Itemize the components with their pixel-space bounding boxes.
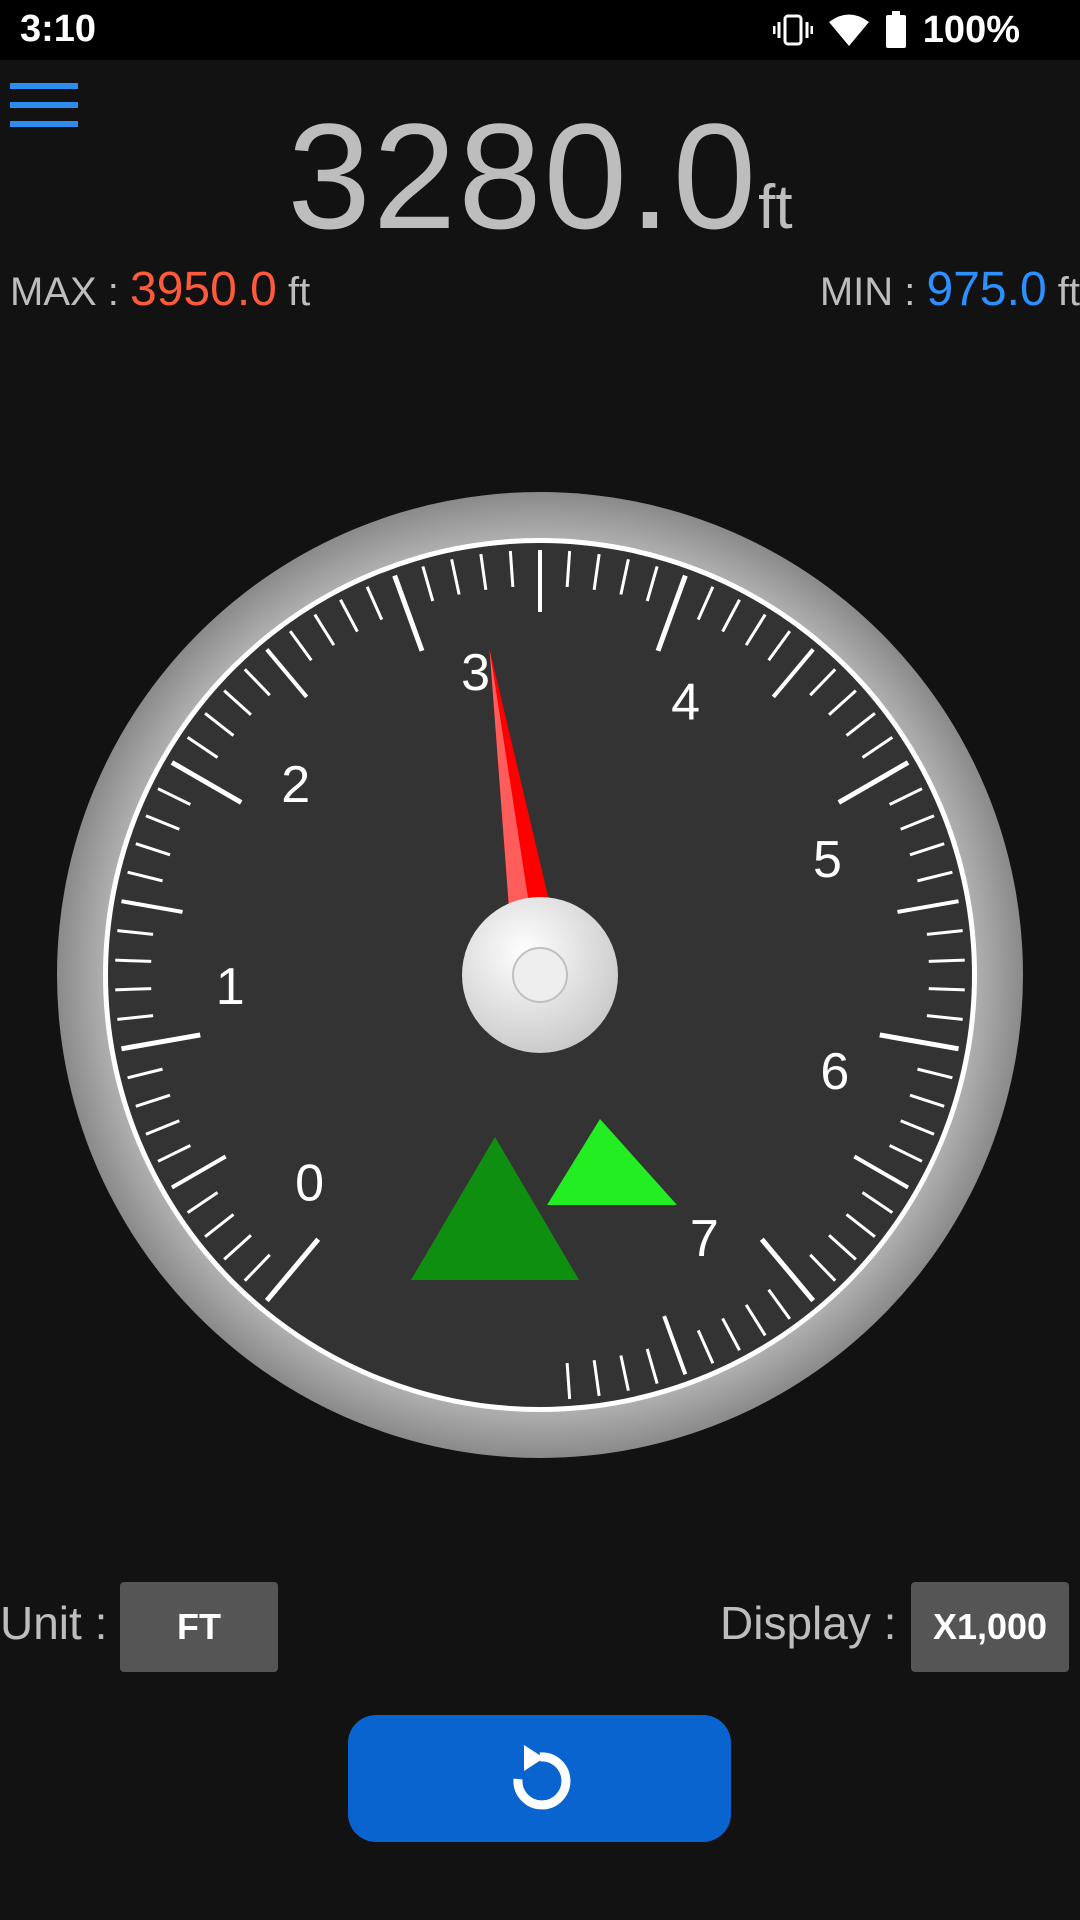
gauge-hub-center — [512, 947, 568, 1003]
max-label: MAX : — [10, 270, 131, 314]
min-unit: ft — [1057, 270, 1080, 314]
status-time: 3:10 — [20, 8, 97, 50]
gauge-tick-label: 6 — [820, 1043, 849, 1101]
gauge-tick-label: 7 — [690, 1210, 719, 1268]
gauge-tick-label: 3 — [461, 644, 490, 702]
gauge-minor-tick — [115, 958, 152, 963]
max-value: 3950.0 — [130, 263, 277, 316]
gauge-tick-label: 5 — [813, 831, 842, 889]
altitude-value: 3280.0 — [287, 92, 759, 260]
min-value: 975.0 — [926, 263, 1047, 316]
gauge-tick-label: 1 — [216, 958, 245, 1016]
min-label: MIN : — [819, 270, 927, 314]
display-multiplier-button[interactable]: X1,000 — [911, 1582, 1069, 1672]
status-bar: 3:10 100% — [0, 0, 1080, 60]
display-label: Display : — [720, 1597, 897, 1649]
max-unit: ft — [287, 270, 311, 314]
gauge-minor-tick — [928, 987, 965, 992]
battery-percent: 100% — [922, 8, 1020, 51]
refresh-icon — [512, 1744, 570, 1809]
reset-button[interactable] — [348, 1715, 731, 1842]
gauge-tick-label: 2 — [281, 756, 310, 814]
min-stat: MIN : 975.0 ft — [820, 262, 1080, 317]
battery-icon — [885, 11, 906, 48]
gauge-minor-tick — [928, 958, 965, 963]
gauge-tick-label: 4 — [671, 673, 700, 731]
gauge-tick-label: 0 — [295, 1154, 324, 1212]
gauge-minor-tick — [115, 987, 152, 992]
altimeter-gauge: 0 1 2 3 4 5 6 7 — [57, 492, 1023, 1458]
unit-selector-button[interactable]: FT — [120, 1582, 278, 1672]
max-stat: MAX : 3950.0 ft — [10, 262, 310, 317]
altitude-unit: ft — [758, 173, 793, 242]
wifi-icon — [828, 14, 869, 46]
vibrate-icon — [772, 14, 813, 46]
unit-label: Unit : — [0, 1597, 108, 1649]
altitude-readout: 3280.0ft — [0, 90, 1080, 263]
status-icons: 100% — [772, 8, 1020, 52]
